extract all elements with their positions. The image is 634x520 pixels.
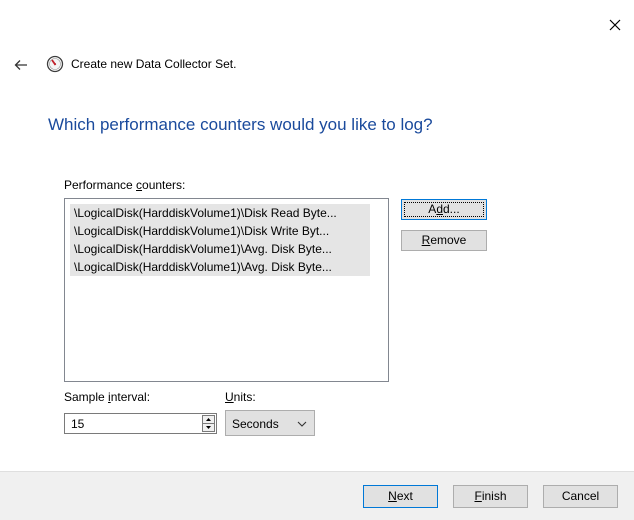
spin-up-icon[interactable] xyxy=(203,416,214,423)
next-button[interactable]: Next xyxy=(363,485,438,508)
sample-interval-stepper[interactable]: 15 xyxy=(64,413,217,434)
sample-interval-label: Sample interval: xyxy=(64,390,151,404)
units-selected-value: Seconds xyxy=(232,417,279,431)
performance-counters-label: Performance counters: xyxy=(64,178,186,192)
window-title: Create new Data Collector Set. xyxy=(71,57,237,71)
page-heading: Which performance counters would you lik… xyxy=(48,115,433,134)
performance-counters-list[interactable]: \LogicalDisk(HarddiskVolume1)\Disk Read … xyxy=(64,198,389,382)
list-item[interactable]: \LogicalDisk(HarddiskVolume1)\Disk Write… xyxy=(70,222,370,240)
spin-down-icon[interactable] xyxy=(203,424,214,431)
performance-monitor-icon xyxy=(46,55,64,73)
add-button[interactable]: Add... xyxy=(401,199,487,220)
close-icon xyxy=(609,19,621,31)
list-item[interactable]: \LogicalDisk(HarddiskVolume1)\Avg. Disk … xyxy=(70,258,370,276)
finish-button[interactable]: Finish xyxy=(453,485,528,508)
sample-interval-value: 15 xyxy=(71,417,85,431)
close-button[interactable] xyxy=(604,14,626,36)
back-arrow-icon xyxy=(14,60,27,70)
spin-buttons[interactable] xyxy=(202,415,215,432)
chevron-down-icon xyxy=(297,421,307,427)
units-label: Units: xyxy=(225,390,256,404)
footer-bar xyxy=(0,471,634,520)
list-item[interactable]: \LogicalDisk(HarddiskVolume1)\Disk Read … xyxy=(70,204,370,222)
back-button[interactable] xyxy=(10,55,32,75)
list-item[interactable]: \LogicalDisk(HarddiskVolume1)\Avg. Disk … xyxy=(70,240,370,258)
remove-button[interactable]: Remove xyxy=(401,230,487,251)
cancel-button[interactable]: Cancel xyxy=(543,485,618,508)
units-dropdown[interactable]: Seconds xyxy=(225,410,315,436)
